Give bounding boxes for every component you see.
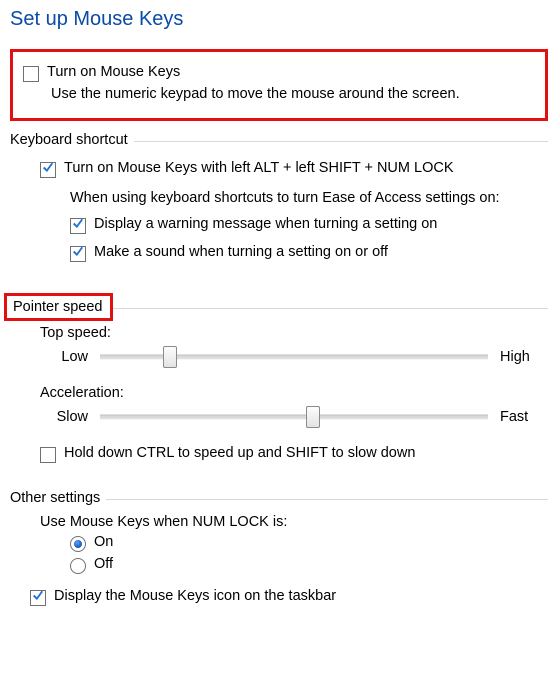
numlock-off-label: Off: [94, 556, 113, 572]
acceleration-label: Acceleration:: [40, 385, 548, 401]
turn-on-mouse-keys-description: Use the numeric keypad to move the mouse…: [51, 86, 535, 102]
top-speed-low-label: Low: [40, 349, 88, 365]
other-settings-legend: Other settings: [10, 490, 106, 506]
page-title: Set up Mouse Keys: [10, 8, 548, 31]
acceleration-slider[interactable]: [100, 407, 488, 427]
turn-on-mouse-keys-label: Turn on Mouse Keys: [47, 64, 180, 80]
warning-message-checkbox[interactable]: [70, 218, 86, 234]
enable-shortcut-checkbox[interactable]: [40, 162, 56, 178]
pointer-speed-group: Pointer speed Top speed: Low High Accele…: [10, 308, 548, 473]
enable-shortcut-label: Turn on Mouse Keys with left ALT + left …: [64, 160, 454, 176]
top-speed-slider[interactable]: [100, 347, 488, 367]
top-speed-high-label: High: [500, 349, 548, 365]
warning-message-label: Display a warning message when turning a…: [94, 216, 437, 232]
shortcut-note: When using keyboard shortcuts to turn Ea…: [70, 190, 548, 206]
numlock-off-radio[interactable]: [70, 558, 86, 574]
turn-on-mouse-keys-checkbox[interactable]: [23, 66, 39, 82]
acceleration-low-label: Slow: [40, 409, 88, 425]
ctrl-shift-checkbox[interactable]: [40, 447, 56, 463]
taskbar-icon-checkbox[interactable]: [30, 590, 46, 606]
acceleration-high-label: Fast: [500, 409, 548, 425]
numlock-label: Use Mouse Keys when NUM LOCK is:: [40, 514, 548, 530]
taskbar-icon-label: Display the Mouse Keys icon on the taskb…: [54, 588, 336, 604]
numlock-on-radio[interactable]: [70, 536, 86, 552]
ctrl-shift-label: Hold down CTRL to speed up and SHIFT to …: [64, 445, 415, 461]
make-sound-checkbox[interactable]: [70, 246, 86, 262]
keyboard-shortcut-legend: Keyboard shortcut: [10, 132, 134, 148]
keyboard-shortcut-group: Keyboard shortcut Turn on Mouse Keys wit…: [10, 141, 548, 272]
make-sound-label: Make a sound when turning a setting on o…: [94, 244, 388, 260]
other-settings-group: Other settings Use Mouse Keys when NUM L…: [10, 499, 548, 616]
turn-on-highlight: Turn on Mouse Keys Use the numeric keypa…: [10, 49, 548, 121]
top-speed-label: Top speed:: [40, 325, 548, 341]
numlock-on-label: On: [94, 534, 113, 550]
pointer-speed-highlight: Pointer speed: [4, 293, 113, 321]
pointer-speed-legend: Pointer speed: [13, 299, 102, 315]
